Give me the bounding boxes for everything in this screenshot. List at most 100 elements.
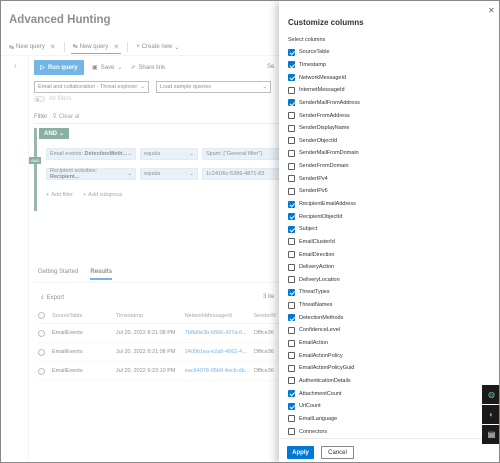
checkbox-unchecked[interactable] — [288, 149, 295, 157]
column-checkbox-item[interactable]: SenderFromDomain — [288, 160, 478, 173]
checkbox-unchecked[interactable] — [288, 162, 295, 170]
column-checkbox-item[interactable]: SenderMailFromAddress — [288, 97, 478, 110]
checkbox-checked[interactable] — [288, 288, 295, 296]
column-checkbox-label: EmailActionPolicyGuid — [299, 365, 355, 372]
column-checkbox-item[interactable]: DetectionMethods — [288, 311, 478, 324]
checkbox-unchecked[interactable] — [288, 352, 295, 360]
column-checkbox-item[interactable]: DeliveryLocation — [288, 274, 478, 287]
column-checkbox-item[interactable]: EmailActionPolicy — [288, 349, 478, 362]
checkbox-checked[interactable] — [288, 48, 295, 56]
column-checkbox-item[interactable]: EmailAction — [288, 337, 478, 350]
column-checkbox-label: DeliveryAction — [299, 264, 335, 271]
column-checkbox-item[interactable]: SenderIPv6 — [288, 185, 478, 198]
column-checkbox-item[interactable]: SenderDisplayName — [288, 122, 478, 135]
checkbox-unchecked[interactable] — [288, 112, 295, 120]
checkbox-unchecked[interactable] — [288, 276, 295, 284]
column-checkbox-label: SenderIPv4 — [299, 175, 328, 182]
checkbox-unchecked[interactable] — [288, 137, 295, 145]
column-checkbox-item[interactable]: EmailActionPolicyGuid — [288, 362, 478, 375]
column-checkbox-item[interactable]: ThreatNames — [288, 299, 478, 312]
checkbox-unchecked[interactable] — [288, 124, 295, 132]
column-checkbox-label: SenderMailFromAddress — [299, 99, 360, 106]
column-checkbox-item[interactable]: SenderObjectId — [288, 134, 478, 147]
column-checkbox-label: ThreatNames — [299, 302, 333, 309]
column-checkbox-label: SourceTable — [299, 49, 330, 56]
checkbox-unchecked[interactable] — [288, 301, 295, 309]
column-checkbox-label: DetectionMethods — [299, 314, 344, 321]
column-checkbox-item[interactable]: Connectors — [288, 425, 478, 438]
column-checkbox-list: SourceTable Timestamp NetworkMessageId Inte… — [288, 46, 478, 462]
column-checkbox-item[interactable]: RecipientObjectId — [288, 210, 478, 223]
panel-footer: Apply Cancel — [279, 438, 499, 462]
customize-columns-panel: ✕ Customize columns Select columns Sourc… — [279, 1, 499, 462]
column-checkbox-label: Timestamp — [299, 61, 326, 68]
checkbox-unchecked[interactable] — [288, 187, 295, 195]
column-checkbox-label: SenderObjectId — [299, 137, 338, 144]
column-checkbox-label: InternetMessageId — [299, 87, 345, 94]
floating-action-buttons: ◍ ◐ ▤ — [482, 385, 499, 445]
checkbox-unchecked[interactable] — [288, 339, 295, 347]
column-checkbox-label: ThreatTypes — [299, 289, 330, 296]
panel-title: Customize columns — [288, 18, 364, 27]
checkbox-unchecked[interactable] — [288, 251, 295, 259]
column-checkbox-item[interactable]: SenderMailFromDomain — [288, 147, 478, 160]
column-checkbox-label: AuthenticationDetails — [299, 377, 351, 384]
column-checkbox-item[interactable]: ConfidenceLevel — [288, 324, 478, 337]
column-checkbox-label: SenderFromDomain — [299, 163, 349, 170]
checkbox-checked[interactable] — [288, 402, 295, 410]
help-bot-icon[interactable]: ◍ — [482, 385, 499, 404]
checkbox-checked[interactable] — [288, 200, 295, 208]
column-checkbox-item[interactable]: Timestamp — [288, 59, 478, 72]
checkbox-unchecked[interactable] — [288, 364, 295, 372]
feedback-icon[interactable]: ▤ — [482, 425, 499, 444]
column-checkbox-item[interactable]: ThreatTypes — [288, 286, 478, 299]
column-checkbox-item[interactable]: SenderFromAddress — [288, 109, 478, 122]
checkbox-unchecked[interactable] — [288, 428, 295, 436]
checkbox-checked[interactable] — [288, 99, 295, 107]
checkbox-unchecked[interactable] — [288, 238, 295, 246]
column-checkbox-item[interactable]: SenderIPv4 — [288, 172, 478, 185]
column-checkbox-item[interactable]: NetworkMessageId — [288, 71, 478, 84]
apply-button[interactable]: Apply — [287, 446, 314, 459]
checkbox-checked[interactable] — [288, 225, 295, 233]
checkbox-checked[interactable] — [288, 390, 295, 398]
column-checkbox-item[interactable]: SourceTable — [288, 46, 478, 59]
column-checkbox-item[interactable]: EmailLanguage — [288, 413, 478, 426]
column-checkbox-item[interactable]: InternetMessageId — [288, 84, 478, 97]
checkbox-unchecked[interactable] — [288, 263, 295, 271]
column-checkbox-label: SenderIPv6 — [299, 188, 328, 195]
select-columns-label: Select columns — [288, 37, 326, 43]
column-checkbox-label: UrlCount — [299, 403, 321, 410]
modal-overlay[interactable] — [1, 1, 279, 462]
checkbox-unchecked[interactable] — [288, 175, 295, 183]
checkbox-checked[interactable] — [288, 61, 295, 69]
column-checkbox-label: Connectors — [299, 428, 328, 435]
column-checkbox-item[interactable]: Subject — [288, 223, 478, 236]
checkbox-checked[interactable] — [288, 213, 295, 221]
column-checkbox-item[interactable]: AttachmentCount — [288, 387, 478, 400]
column-checkbox-label: RecipientObjectId — [299, 213, 343, 220]
column-checkbox-item[interactable]: EmailDirection — [288, 248, 478, 261]
column-checkbox-label: SenderFromAddress — [299, 112, 350, 119]
assistant-icon[interactable]: ◐ — [482, 405, 499, 424]
column-checkbox-label: ConfidenceLevel — [299, 327, 340, 334]
column-checkbox-item[interactable]: EmailClusterId — [288, 236, 478, 249]
cancel-button[interactable]: Cancel — [321, 446, 354, 459]
column-checkbox-item[interactable]: RecipientEmailAddress — [288, 198, 478, 211]
window-frame: Advanced Hunting ↹ New query ✕ ↹ New que… — [0, 0, 500, 463]
checkbox-unchecked[interactable] — [288, 326, 295, 334]
checkbox-unchecked[interactable] — [288, 86, 295, 94]
close-icon[interactable]: ✕ — [488, 6, 495, 15]
checkbox-unchecked[interactable] — [288, 415, 295, 423]
column-checkbox-item[interactable]: AuthenticationDetails — [288, 375, 478, 388]
column-checkbox-label: EmailDirection — [299, 251, 335, 258]
column-checkbox-label: SenderDisplayName — [299, 125, 350, 132]
checkbox-checked[interactable] — [288, 314, 295, 322]
column-checkbox-item[interactable]: DeliveryAction — [288, 261, 478, 274]
column-checkbox-label: AttachmentCount — [299, 390, 342, 397]
column-checkbox-label: Subject — [299, 226, 318, 233]
column-checkbox-item[interactable]: UrlCount — [288, 400, 478, 413]
checkbox-unchecked[interactable] — [288, 377, 295, 385]
checkbox-checked[interactable] — [288, 74, 295, 82]
column-checkbox-label: SenderMailFromDomain — [299, 150, 359, 157]
